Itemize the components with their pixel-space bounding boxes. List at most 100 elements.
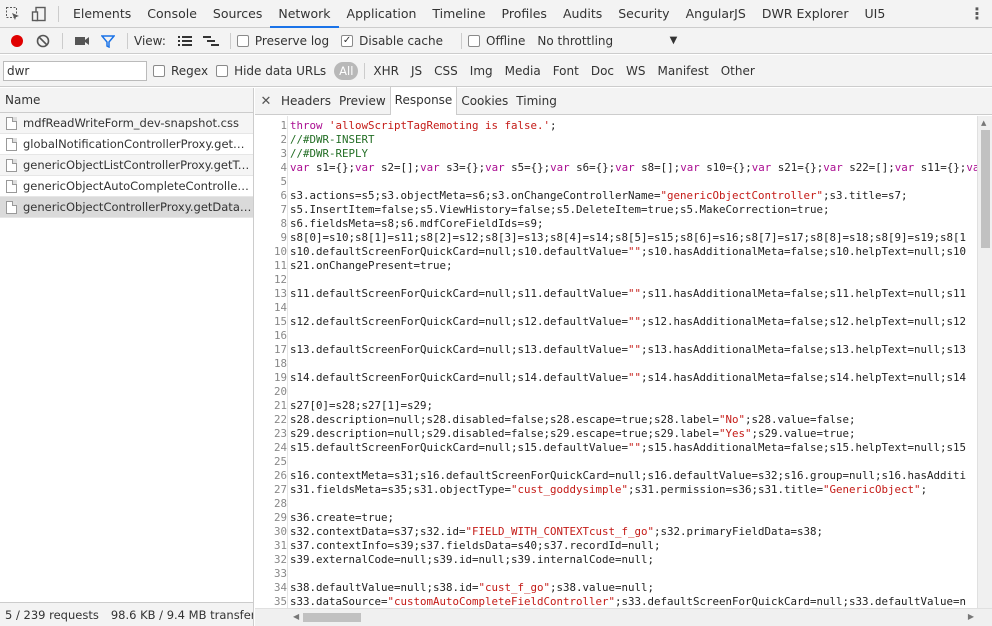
- regex-label: Regex: [171, 63, 209, 78]
- line-number: 5: [280, 175, 287, 188]
- tab-elements[interactable]: Elements: [65, 0, 139, 28]
- response-code-viewer[interactable]: 1 2 3 4 5 6 7 8 9 10 11 12 13 14 15 16 17 18 19 20 21 22 23 24 2…: [255, 116, 977, 608]
- request-row[interactable]: mdfReadWriteForm_dev-snapshot.css: [0, 113, 253, 134]
- scroll-left-icon[interactable]: ◀: [293, 612, 299, 621]
- filter-icon[interactable]: [95, 28, 121, 54]
- tab-response[interactable]: Response: [389, 87, 458, 115]
- close-icon[interactable]: ✕: [255, 94, 277, 109]
- filter-type-other[interactable]: Other: [721, 64, 755, 78]
- file-icon: [6, 158, 17, 172]
- tab-sources[interactable]: Sources: [205, 0, 270, 28]
- tab-dwr-explorer[interactable]: DWR Explorer: [754, 0, 857, 28]
- vertical-scroll-thumb[interactable]: [981, 130, 990, 248]
- scroll-up-icon[interactable]: ▲: [981, 119, 986, 127]
- tab-headers[interactable]: Headers: [277, 88, 335, 115]
- filter-type-ws[interactable]: WS: [626, 64, 645, 78]
- line-number: 21: [273, 399, 287, 412]
- preserve-log-checkbox[interactable]: Preserve log: [236, 34, 329, 48]
- tab-angularjs[interactable]: AngularJS: [678, 0, 754, 28]
- tab-preview[interactable]: Preview: [335, 88, 390, 115]
- code-line: s16.contextMeta=s31;s16.defaultScreenFor…: [290, 469, 967, 482]
- line-number: 29: [273, 511, 287, 524]
- tab-network[interactable]: Network: [270, 0, 339, 28]
- transferred-size: 98.6 KB / 9.4 MB transferre...: [110, 607, 253, 622]
- network-toolbar: View: Preserve log ✓ Disable cache Offlin…: [0, 28, 992, 54]
- offline-checkbox[interactable]: Offline: [468, 34, 525, 48]
- tab-application[interactable]: Application: [339, 0, 425, 28]
- tab-profiles[interactable]: Profiles: [494, 0, 555, 28]
- record-icon[interactable]: [4, 28, 30, 54]
- horizontal-scrollbar[interactable]: ◀ ▶: [255, 608, 992, 626]
- checkbox-box[interactable]: [216, 64, 229, 77]
- large-rows-icon[interactable]: [172, 28, 198, 54]
- tab-console[interactable]: Console: [139, 0, 205, 28]
- horizontal-scroll-thumb[interactable]: [303, 613, 361, 622]
- filter-type-css[interactable]: CSS: [434, 64, 458, 78]
- filter-input[interactable]: [3, 60, 147, 81]
- filter-type-manifest[interactable]: Manifest: [658, 64, 709, 78]
- request-row-selected[interactable]: genericObjectControllerProxy.getDataByIn…: [0, 197, 253, 218]
- line-number: 27: [273, 483, 287, 496]
- request-row[interactable]: genericObjectListControllerProxy.getType…: [0, 155, 253, 176]
- vertical-scrollbar[interactable]: ▲: [977, 116, 992, 608]
- request-row[interactable]: genericObjectAutoCompleteControllerProxy…: [0, 176, 253, 197]
- code-line: s14.defaultScreenForQuickCard=null;s14.d…: [290, 371, 967, 384]
- filter-type-media[interactable]: Media: [505, 64, 541, 78]
- hide-data-urls-checkbox[interactable]: Hide data URLs: [216, 64, 326, 78]
- tab-ui5[interactable]: UI5: [857, 0, 894, 28]
- filter-type-doc[interactable]: Doc: [591, 64, 614, 78]
- inspect-element-icon[interactable]: [0, 0, 26, 28]
- line-number: 9: [280, 231, 287, 244]
- checkbox-box[interactable]: [153, 64, 165, 77]
- request-name: genericObjectAutoCompleteControllerProxy…: [23, 179, 253, 193]
- disable-cache-checkbox[interactable]: ✓ Disable cache: [341, 34, 443, 48]
- clear-icon[interactable]: [30, 28, 56, 54]
- line-number: 2: [280, 133, 287, 146]
- file-icon: [6, 116, 17, 130]
- line-number: 16: [273, 329, 287, 342]
- tab-timing[interactable]: Timing: [512, 88, 561, 115]
- line-number: 22: [273, 413, 287, 426]
- code-line: s8[0]=s10;s8[1]=s11;s8[2]=s12;s8[3]=s13;…: [290, 231, 967, 244]
- filter-type-font[interactable]: Font: [553, 64, 579, 78]
- line-number: 3: [280, 147, 287, 160]
- device-toolbar-icon[interactable]: [26, 0, 52, 28]
- capture-screenshots-icon[interactable]: [69, 28, 95, 54]
- filter-type-img[interactable]: Img: [470, 64, 493, 78]
- line-number: 30: [273, 525, 287, 538]
- code-line: s6.fieldsMeta=s8;s6.mdfCoreFieldIds=s9;: [290, 217, 544, 230]
- line-number: 31: [273, 539, 287, 552]
- request-row[interactable]: globalNotificationControllerProxy.getNum…: [0, 134, 253, 155]
- filter-type-js[interactable]: JS: [411, 64, 422, 78]
- request-name: genericObjectListControllerProxy.getType…: [23, 158, 253, 172]
- overview-waterfall-icon[interactable]: [198, 28, 224, 54]
- dropdown-arrow-icon: ▼: [669, 35, 678, 46]
- filter-type-xhr[interactable]: XHR: [373, 64, 399, 78]
- line-number: 23: [273, 427, 287, 440]
- name-column-header[interactable]: Name: [0, 88, 253, 113]
- tab-timeline[interactable]: Timeline: [424, 0, 493, 28]
- separator: [58, 5, 59, 22]
- regex-checkbox[interactable]: Regex: [153, 64, 208, 78]
- tab-security[interactable]: Security: [610, 0, 677, 28]
- code-line: s31.fieldsMeta=s35;s31.objectType="cust_…: [290, 483, 928, 496]
- checkbox-checked-icon[interactable]: ✓: [341, 34, 354, 47]
- tab-audits[interactable]: Audits: [555, 0, 610, 28]
- line-number: 32: [273, 553, 287, 566]
- checkbox-box[interactable]: [468, 34, 480, 47]
- scroll-right-icon[interactable]: ▶: [968, 612, 974, 621]
- code-line: s36.create=true;: [290, 511, 395, 524]
- tab-cookies[interactable]: Cookies: [457, 88, 512, 115]
- throttling-value: No throttling: [537, 33, 614, 48]
- more-options-icon[interactable]: ⋮: [962, 4, 992, 23]
- filter-type-all[interactable]: All: [334, 61, 359, 80]
- throttling-select[interactable]: No throttling ▼: [537, 34, 677, 48]
- code-line: s11.defaultScreenForQuickCard=null;s11.d…: [290, 287, 967, 300]
- checkbox-box[interactable]: [236, 34, 249, 47]
